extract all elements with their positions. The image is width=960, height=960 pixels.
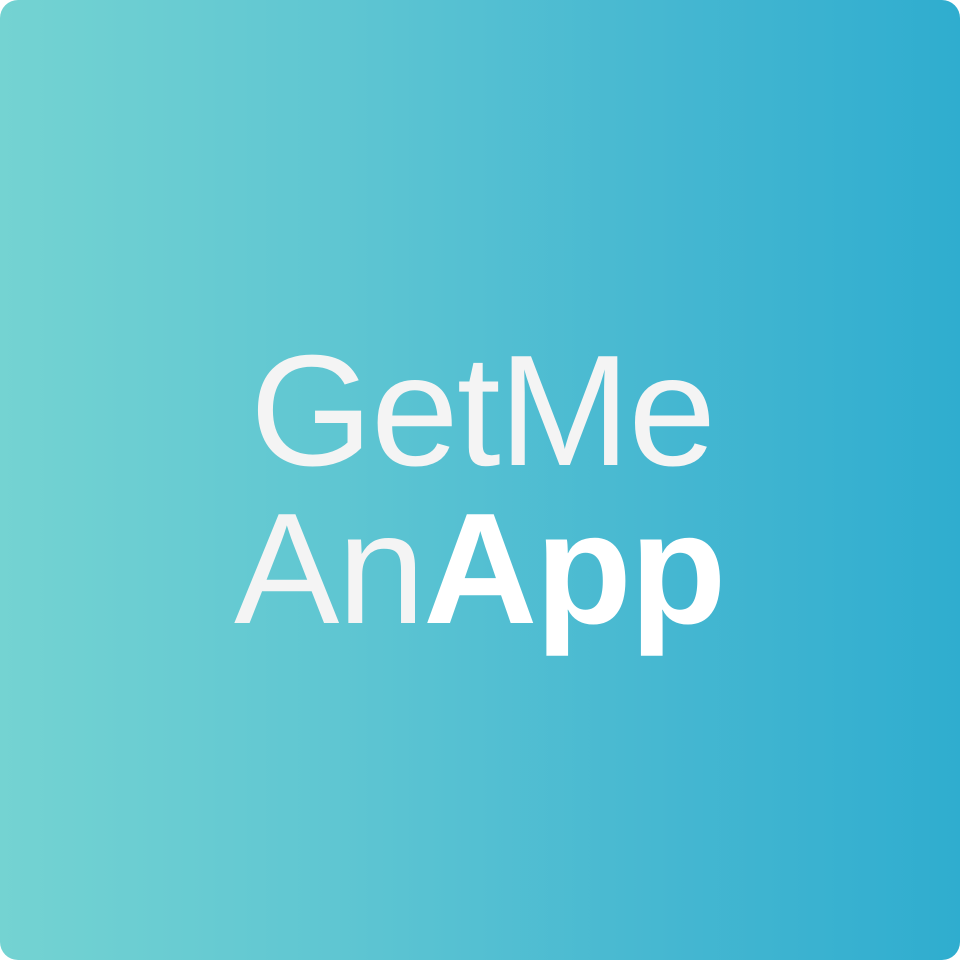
logo-word-an: An <box>234 481 425 657</box>
logo-line-getme: GetMe <box>250 323 716 499</box>
logo-word-app: App <box>423 481 726 657</box>
brand-logo: GetMe AnApp <box>0 0 960 960</box>
logo-line-anapp: AnApp <box>234 490 726 648</box>
logo-tile: GetMe AnApp <box>0 0 960 960</box>
